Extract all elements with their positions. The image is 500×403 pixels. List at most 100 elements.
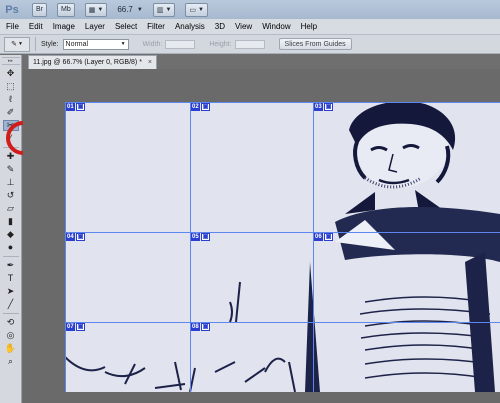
style-label: Style: — [41, 40, 59, 48]
style-value: Normal — [65, 40, 89, 48]
slice-number: 08 — [191, 323, 200, 331]
grid-icon: ▦ — [88, 6, 96, 14]
lasso-tool-icon[interactable]: ℓ — [3, 94, 19, 105]
tool-preset-picker[interactable]: ✎ ▼ — [4, 36, 30, 52]
pen-tool-icon[interactable]: ✒ — [3, 260, 19, 271]
menu-image[interactable]: Image — [53, 22, 75, 31]
slice-number: 01 — [66, 103, 75, 111]
slice-type-icon: ▣ — [323, 233, 334, 241]
mini-bridge-label: Mb — [61, 6, 71, 13]
stamp-tool-icon[interactable]: ⊥ — [3, 177, 19, 188]
slice-badge[interactable]: 03 ▣ — [314, 103, 334, 111]
history-brush-tool-icon[interactable]: ↺ — [3, 190, 19, 201]
menu-select[interactable]: Select — [115, 22, 137, 31]
path-select-tool-icon[interactable]: ➤ — [3, 286, 19, 297]
gradient-tool-icon[interactable]: ▮ — [3, 216, 19, 227]
bridge-label: Br — [36, 6, 43, 13]
toolbox-grip[interactable]: ▸▸ — [1, 57, 20, 65]
slice-badge[interactable]: 04 ▣ — [66, 233, 86, 241]
chevron-down-icon: ▼ — [97, 6, 104, 13]
slice-badge[interactable]: 06 ▣ — [314, 233, 334, 241]
zoom-level-dropdown[interactable]: 66.7 ▼ — [117, 5, 143, 14]
mini-bridge-button[interactable]: Mb — [57, 2, 75, 17]
menu-edit[interactable]: Edit — [29, 22, 43, 31]
marquee-tool-icon[interactable]: ⬚ — [3, 81, 19, 92]
dodge-tool-icon[interactable]: ● — [3, 242, 19, 253]
vertical-guide[interactable] — [190, 102, 191, 392]
divider — [2, 256, 19, 257]
quick-select-tool-icon[interactable]: ✐ — [3, 107, 19, 118]
close-icon[interactable]: × — [148, 59, 152, 66]
menu-layer[interactable]: Layer — [85, 22, 105, 31]
slice-number: 02 — [191, 103, 200, 111]
bridge-button[interactable]: Br — [32, 2, 47, 17]
width-label: Width: — [142, 40, 163, 48]
slice-number: 05 — [191, 233, 200, 241]
chevron-down-icon: ▼ — [198, 6, 204, 13]
chevron-down-icon: ▼ — [17, 41, 23, 47]
divider — [35, 37, 36, 51]
vertical-guide[interactable] — [313, 102, 314, 392]
height-label: Height: — [209, 40, 232, 48]
menu-bar: File Edit Image Layer Select Filter Anal… — [0, 19, 500, 35]
width-field[interactable] — [165, 39, 196, 49]
menu-window[interactable]: Window — [262, 22, 290, 31]
eraser-tool-icon[interactable]: ▱ — [3, 203, 19, 214]
slice-badge[interactable]: 07 ▣ — [66, 323, 86, 331]
slice-badge[interactable]: 01 ▣ — [66, 103, 86, 111]
chevron-down-icon: ▼ — [165, 6, 172, 13]
divider — [2, 313, 19, 314]
menu-3d[interactable]: 3D — [215, 22, 225, 31]
horizontal-guide[interactable] — [65, 232, 500, 233]
horizontal-guide[interactable] — [65, 322, 500, 323]
slice-type-icon: ▣ — [75, 103, 86, 111]
type-tool-icon[interactable]: T — [3, 273, 19, 284]
image-layer — [65, 102, 500, 392]
3d-rotate-tool-icon[interactable]: ⟲ — [3, 317, 19, 328]
slice-number: 04 — [66, 233, 75, 241]
zoom-tool-icon[interactable]: ⌕ — [3, 356, 19, 367]
style-select[interactable]: Normal ▼ — [62, 38, 129, 50]
3d-orbit-tool-icon[interactable]: ◎ — [3, 330, 19, 341]
options-bar: ✎ ▼ Style: Normal ▼ Width: Height: Slices… — [0, 35, 500, 54]
chevron-down-icon: ▼ — [136, 6, 143, 13]
brush-tool-icon[interactable]: ✎ — [3, 164, 19, 175]
blur-tool-icon[interactable]: ◆ — [3, 229, 19, 240]
slice-type-icon: ▣ — [75, 323, 86, 331]
slice-number: 03 — [314, 103, 323, 111]
slice-type-icon: ▣ — [200, 103, 211, 111]
menu-help[interactable]: Help — [301, 22, 317, 31]
slice-type-icon: ▣ — [200, 233, 211, 241]
slices-from-guides-button[interactable]: Slices From Guides — [278, 38, 352, 50]
horizontal-guide[interactable] — [65, 102, 500, 103]
photoshop-logo: Ps — [5, 3, 19, 16]
slice-badge[interactable]: 05 ▣ — [191, 233, 211, 241]
slice-icon: ✎ — [11, 41, 17, 48]
arrange-icon: ▥ — [156, 6, 164, 14]
toolbox: ▸▸ ✥ ⬚ ℓ ✐ ✂ ⁄ ✚ ✎ ⊥ ↺ ▱ ▮ ◆ ● ✒ T ➤ ╱ ⟲… — [0, 55, 22, 403]
vertical-guide[interactable] — [65, 102, 66, 392]
slice-badge[interactable]: 08 ▣ — [191, 323, 211, 331]
slice-type-icon: ▣ — [200, 323, 211, 331]
menu-file[interactable]: File — [6, 22, 19, 31]
arrange-documents-button[interactable]: ▥ ▼ — [152, 2, 176, 17]
slice-number: 06 — [314, 233, 323, 241]
document-canvas[interactable]: 01 ▣ 02 ▣ 03 ▣ 04 ▣ 05 ▣ 06 ▣ 07 ▣ 08 ▣ — [65, 102, 500, 392]
slice-badge[interactable]: 02 ▣ — [191, 103, 211, 111]
screen-mode-button[interactable]: ▭ ▼ — [185, 2, 208, 17]
move-tool-icon[interactable]: ✥ — [3, 68, 19, 79]
height-field[interactable] — [234, 39, 265, 49]
shape-tool-icon[interactable]: ╱ — [3, 299, 19, 310]
menu-filter[interactable]: Filter — [147, 22, 165, 31]
document-tab[interactable]: 11.jpg @ 66.7% (Layer 0, RGB/8) * × — [28, 55, 158, 69]
slice-type-icon: ▣ — [75, 233, 86, 241]
app-bar: Ps Br Mb ▦ ▼ 66.7 ▼ ▥ ▼ ▭ ▼ — [0, 0, 500, 19]
view-extras-button[interactable]: ▦ ▼ — [84, 2, 108, 17]
hand-tool-icon[interactable]: ✋ — [3, 343, 19, 354]
document-tab-title: 11.jpg @ 66.7% (Layer 0, RGB/8) * — [33, 59, 142, 66]
slice-type-icon: ▣ — [323, 103, 334, 111]
menu-analysis[interactable]: Analysis — [175, 22, 205, 31]
chevron-down-icon: ▼ — [120, 41, 126, 47]
menu-view[interactable]: View — [235, 22, 252, 31]
slice-number: 07 — [66, 323, 75, 331]
